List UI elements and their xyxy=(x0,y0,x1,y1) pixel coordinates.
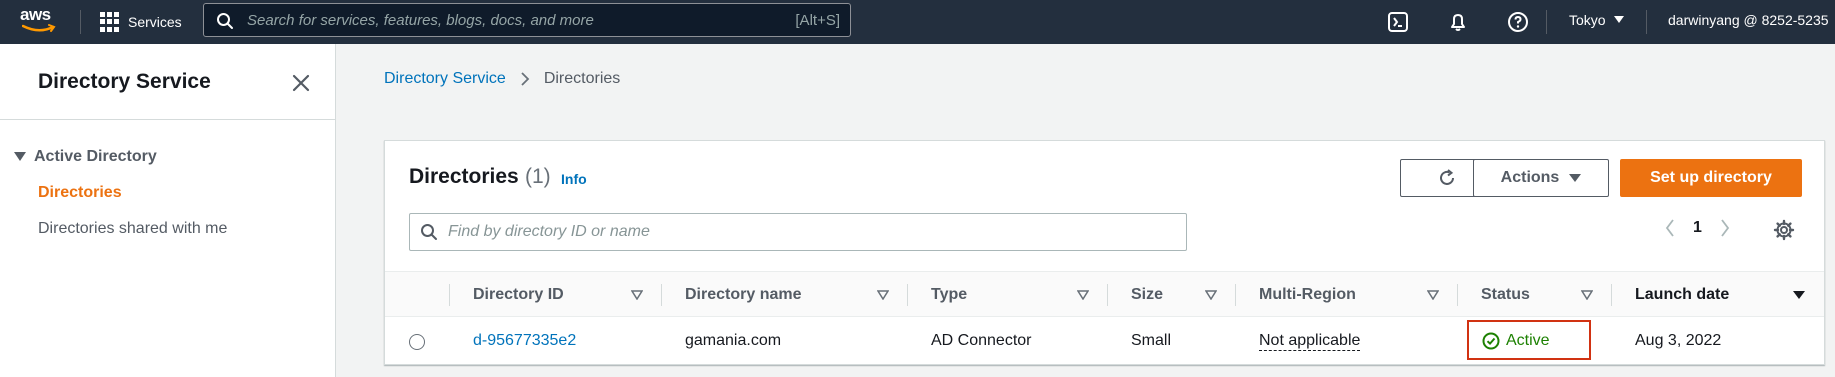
chevron-right-icon xyxy=(521,72,530,86)
sort-icon[interactable] xyxy=(631,290,643,300)
cloudshell-icon[interactable] xyxy=(1386,10,1410,34)
directories-panel: Directories (1) Info Actions Set up dire… xyxy=(384,140,1825,365)
caret-down-icon xyxy=(1613,16,1624,23)
column-divider xyxy=(661,284,662,306)
global-search-input[interactable]: Search for services, features, blogs, do… xyxy=(203,3,851,37)
sidebar-title: Directory Service xyxy=(38,70,211,93)
column-header-label: Type xyxy=(931,286,968,303)
column-header-directory-name[interactable]: Directory name xyxy=(685,272,802,318)
column-header-type[interactable]: Type xyxy=(931,272,967,318)
cell-size: Small xyxy=(1131,332,1172,349)
pagination: 1 xyxy=(1665,219,1730,237)
column-divider xyxy=(1235,284,1236,306)
search-icon xyxy=(217,13,233,29)
cell-directory-id: d-95677335e2 xyxy=(473,317,576,365)
aws-logo[interactable]: aws xyxy=(20,5,58,37)
chevron-right-icon[interactable] xyxy=(1720,219,1730,237)
column-divider xyxy=(907,284,908,306)
aws-smile-icon xyxy=(22,24,56,32)
cell-type: AD Connector xyxy=(931,332,1032,349)
sort-icon[interactable] xyxy=(1077,290,1089,300)
search-shortcut: [Alt+S] xyxy=(795,12,840,29)
search-icon xyxy=(421,224,437,240)
sidebar-item-directories-shared[interactable]: Directories shared with me xyxy=(38,220,227,238)
region-selector[interactable]: Tokyo xyxy=(1569,12,1624,28)
table-row[interactable]: d-95677335e2 gamania.com AD Connector Sm… xyxy=(385,317,1824,365)
services-label: Services xyxy=(128,14,182,30)
cell-directory-name: gamania.com xyxy=(685,332,782,349)
check-circle-icon xyxy=(1482,332,1500,350)
breadcrumb: Directory Service Directories xyxy=(384,70,620,88)
directory-id-link[interactable]: d-95677335e2 xyxy=(473,332,576,350)
table-header: Directory ID Directory name Type Size Mu… xyxy=(385,271,1824,317)
sidebar-item-directories[interactable]: Directories xyxy=(38,184,122,202)
sort-descending-icon[interactable] xyxy=(1793,290,1805,300)
column-header-multi-region[interactable]: Multi-Region xyxy=(1259,272,1356,318)
nav-divider xyxy=(80,10,81,34)
nav-divider xyxy=(1646,10,1647,34)
bell-icon[interactable] xyxy=(1446,10,1470,34)
chevron-left-icon[interactable] xyxy=(1665,219,1675,237)
sort-icon[interactable] xyxy=(1205,290,1217,300)
row-select-radio[interactable] xyxy=(409,334,425,350)
sort-icon[interactable] xyxy=(1427,290,1439,300)
column-header-launch-date[interactable]: Launch date xyxy=(1635,272,1729,318)
column-header-label: Status xyxy=(1481,286,1530,303)
column-header-label: Directory name xyxy=(685,286,802,303)
info-link[interactable]: Info xyxy=(561,171,587,187)
sidebar-section-active-directory[interactable]: Active Directory xyxy=(14,148,157,166)
page-number[interactable]: 1 xyxy=(1693,219,1702,237)
filter-placeholder: Find by directory ID or name xyxy=(448,223,650,240)
sidebar: Directory Service Active Directory Direc… xyxy=(0,44,336,377)
column-divider xyxy=(1457,284,1458,306)
nav-divider xyxy=(1546,10,1547,34)
column-header-label: Multi-Region xyxy=(1259,286,1356,303)
cell-launch-date: Aug 3, 2022 xyxy=(1635,332,1722,349)
sort-icon[interactable] xyxy=(877,290,889,300)
column-header-status[interactable]: Status xyxy=(1481,272,1530,318)
column-header-label: Launch date xyxy=(1635,286,1730,303)
column-divider xyxy=(1611,284,1612,306)
breadcrumb-current: Directories xyxy=(543,70,621,87)
account-menu[interactable]: darwinyang @ 8252-5235 xyxy=(1668,12,1829,28)
region-label: Tokyo xyxy=(1569,12,1606,28)
top-navigation: aws Services Search for services, featur… xyxy=(0,0,1835,44)
caret-down-icon xyxy=(1569,174,1582,182)
aws-logo-text: aws xyxy=(20,5,51,24)
column-header-label: Directory ID xyxy=(473,286,564,303)
cell-multi-region: Not applicable xyxy=(1259,317,1361,365)
caret-down-icon xyxy=(14,152,26,161)
breadcrumb-link-directory-service[interactable]: Directory Service xyxy=(384,70,506,88)
directory-filter-input[interactable]: Find by directory ID or name xyxy=(409,213,1187,251)
status-label: Active xyxy=(1506,332,1550,349)
sidebar-section-label: Active Directory xyxy=(34,148,157,165)
sort-icon[interactable] xyxy=(1581,290,1593,300)
sidebar-divider xyxy=(0,119,336,120)
help-icon[interactable] xyxy=(1506,10,1530,34)
actions-label: Actions xyxy=(1500,169,1560,186)
gear-icon[interactable] xyxy=(1773,219,1795,241)
refresh-icon xyxy=(1440,169,1454,185)
panel-title: Directories xyxy=(409,165,519,188)
column-divider xyxy=(449,284,450,306)
panel-count: (1) xyxy=(525,165,551,188)
set-up-directory-button[interactable]: Set up directory xyxy=(1620,159,1802,197)
set-up-directory-label: Set up directory xyxy=(1650,169,1772,186)
close-icon[interactable] xyxy=(290,72,312,94)
services-menu-button[interactable]: Services xyxy=(100,10,182,34)
search-placeholder: Search for services, features, blogs, do… xyxy=(247,12,594,29)
multi-region-popover-trigger[interactable]: Not applicable xyxy=(1259,332,1361,351)
grid-icon xyxy=(100,12,120,32)
column-divider xyxy=(1107,284,1108,306)
column-header-size[interactable]: Size xyxy=(1131,272,1163,318)
actions-dropdown-button[interactable]: Actions xyxy=(1473,159,1609,197)
column-header-label: Size xyxy=(1131,286,1164,303)
column-header-directory-id[interactable]: Directory ID xyxy=(473,272,564,318)
cell-status: Active xyxy=(1482,317,1550,365)
